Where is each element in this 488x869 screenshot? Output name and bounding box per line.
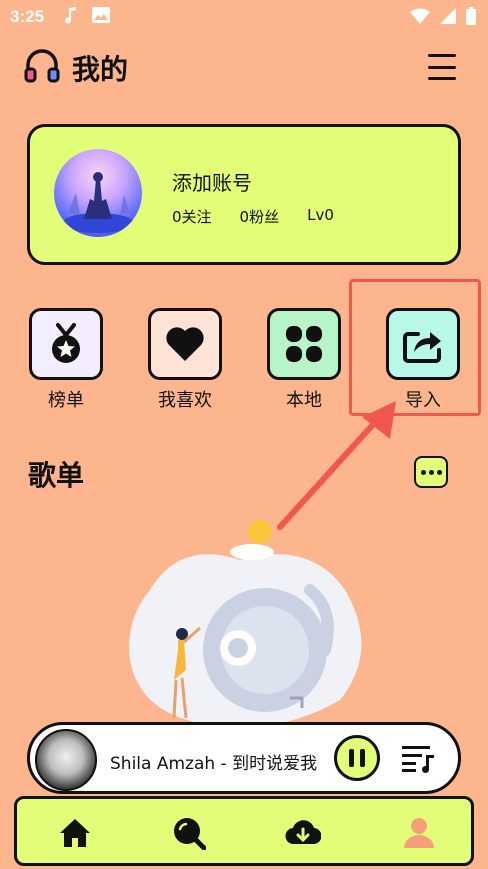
playlist-queue-button[interactable]	[400, 743, 436, 773]
now-playing-title[interactable]: Shila Amzah - 到时说爱我	[110, 749, 317, 774]
grid-icon	[267, 308, 341, 380]
annotation-arrow	[277, 401, 396, 530]
quick-item-rank[interactable]: 榜单	[29, 308, 103, 412]
account-name[interactable]: 添加账号	[172, 167, 252, 196]
mini-player[interactable]: Shila Amzah - 到时说爱我	[27, 722, 461, 794]
signal-icon	[440, 8, 456, 28]
heart-icon	[148, 308, 222, 380]
account-stats: 0关注 0粉丝 Lv0	[172, 206, 334, 227]
empty-playlist-illustration	[129, 520, 362, 728]
album-cover[interactable]	[35, 729, 97, 791]
bottom-tabbar	[14, 796, 474, 866]
image-icon	[92, 7, 111, 27]
pause-button[interactable]	[334, 735, 380, 781]
menu-icon-line	[428, 65, 456, 69]
music-note-icon	[64, 6, 78, 28]
wifi-icon	[410, 8, 430, 28]
account-card[interactable]: 添加账号 0关注 0粉丝 Lv0	[27, 124, 461, 265]
medal-icon	[29, 308, 103, 380]
tab-search[interactable]	[171, 815, 207, 851]
page-title: 我的	[72, 53, 129, 86]
level-badge: Lv0	[307, 206, 334, 224]
queue-icon	[402, 746, 434, 773]
quick-item-favorites[interactable]: 我喜欢	[148, 308, 222, 412]
quick-label-favorites: 我喜欢	[158, 390, 212, 411]
playlist-section-title: 歌单	[28, 459, 85, 492]
quick-label-rank: 榜单	[48, 390, 84, 411]
battery-icon	[466, 7, 476, 29]
download-icon	[285, 820, 321, 845]
more-icon-dot	[420, 469, 426, 475]
menu-icon-line	[428, 54, 456, 57]
status-bar: 3:25	[0, 0, 488, 34]
avatar[interactable]	[54, 149, 142, 237]
headphones-icon	[24, 49, 60, 87]
menu-icon-line	[428, 77, 456, 80]
pause-icon-bar	[360, 749, 365, 767]
profile-icon	[404, 818, 434, 848]
pause-icon-bar	[349, 749, 354, 767]
fans-count[interactable]: 0粉丝	[240, 206, 280, 227]
tab-home[interactable]	[57, 815, 93, 851]
menu-button[interactable]	[428, 54, 456, 80]
more-icon-dot	[428, 469, 434, 475]
tab-download[interactable]	[285, 815, 321, 851]
more-icon-dot	[436, 469, 442, 475]
search-icon	[174, 818, 206, 850]
tab-profile[interactable]	[401, 815, 437, 851]
more-button[interactable]	[414, 456, 448, 488]
home-icon	[60, 819, 90, 847]
header: 我的	[24, 46, 464, 90]
follow-count[interactable]: 0关注	[172, 206, 212, 227]
status-time: 3:25	[10, 7, 45, 26]
